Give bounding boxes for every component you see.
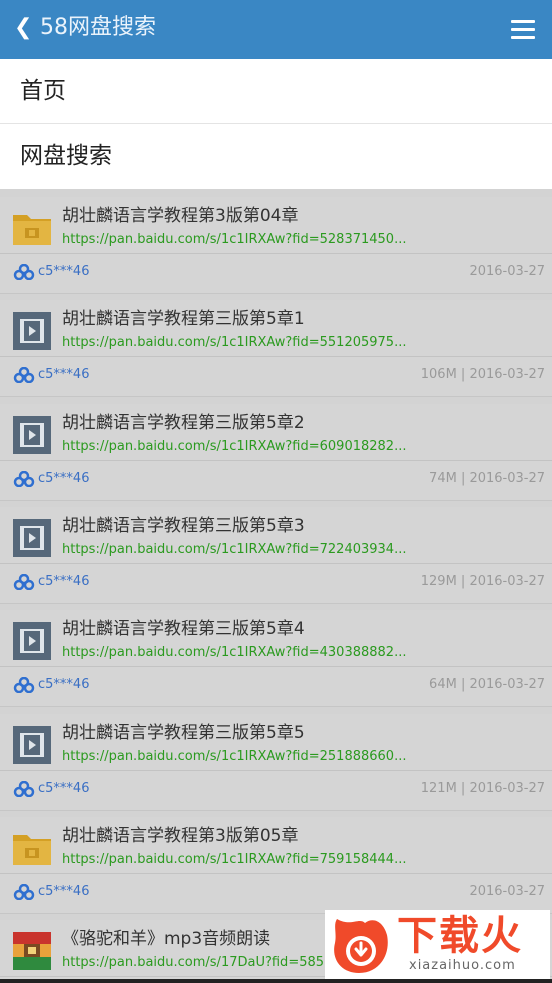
result-link[interactable]: https://pan.baidu.com/s/1c1IRXAw?fid=609…: [62, 438, 406, 456]
brand-name: 下载火: [397, 913, 523, 959]
result-title[interactable]: 胡壮麟语言学教程第三版第5章4: [62, 617, 305, 641]
result-title[interactable]: 胡壮麟语言学教程第3版第05章: [62, 824, 298, 848]
baidu-pan-icon: [13, 780, 35, 798]
result-meta: 129M | 2016-03-27: [420, 574, 545, 589]
owner-name: c5***46: [38, 574, 90, 589]
result-meta: 2016-03-27: [469, 884, 545, 899]
result-header: 胡壮麟语言学教程第3版第05章 https://pan.baidu.com/s/1…: [0, 817, 552, 874]
result-card[interactable]: 胡壮麟语言学教程第3版第04章 https://pan.baidu.com/s/1…: [0, 197, 552, 294]
result-link[interactable]: https://pan.baidu.com/s/1c1IRXAw?fid=551…: [62, 334, 406, 352]
result-meta: 121M | 2016-03-27: [420, 781, 545, 796]
brand-flame-icon: [334, 919, 388, 973]
folder-file-icon: [12, 208, 52, 248]
result-meta: 2016-03-27: [469, 264, 545, 279]
back-icon[interactable]: ❮: [14, 16, 32, 40]
result-link[interactable]: https://pan.baidu.com/s/1c1IRXAw?fid=722…: [62, 541, 406, 559]
bottom-edge: [0, 979, 552, 983]
video-file-icon: [12, 518, 52, 558]
owner-name: c5***46: [38, 471, 90, 486]
result-meta: 74M | 2016-03-27: [429, 471, 545, 486]
result-title[interactable]: 《骆驼和羊》mp3音频朗读: [62, 927, 270, 951]
baidu-pan-icon: [13, 573, 35, 591]
owner-name: c5***46: [38, 781, 90, 796]
video-file-icon: [12, 415, 52, 455]
result-card[interactable]: 胡壮麟语言学教程第三版第5章3 https://pan.baidu.com/s/1…: [0, 507, 552, 604]
result-link[interactable]: https://pan.baidu.com/s/1c1IRXAw?fid=430…: [62, 644, 406, 662]
result-card[interactable]: 胡壮麟语言学教程第三版第5章5 https://pan.baidu.com/s/1…: [0, 714, 552, 811]
baidu-pan-icon: [13, 366, 35, 384]
folder-file-icon: [12, 828, 52, 868]
baidu-pan-icon: [13, 676, 35, 694]
result-title[interactable]: 胡壮麟语言学教程第三版第5章1: [62, 307, 305, 331]
app-title: 58网盘搜索: [40, 15, 156, 40]
owner-name: c5***46: [38, 677, 90, 692]
result-header: 胡壮麟语言学教程第三版第5章1 https://pan.baidu.com/s/1…: [0, 300, 552, 357]
result-title[interactable]: 胡壮麟语言学教程第3版第04章: [62, 204, 298, 228]
baidu-pan-icon: [13, 470, 35, 488]
owner-name: c5***46: [38, 884, 90, 899]
result-card[interactable]: 胡壮麟语言学教程第三版第5章4 https://pan.baidu.com/s/1…: [0, 610, 552, 707]
archive-file-icon: [12, 931, 52, 971]
result-title[interactable]: 胡壮麟语言学教程第三版第5章2: [62, 411, 305, 435]
brand-domain: xiazaihuo.com: [409, 958, 516, 973]
result-card[interactable]: 胡壮麟语言学教程第3版第05章 https://pan.baidu.com/s/1…: [0, 817, 552, 914]
result-meta: 106M | 2016-03-27: [420, 367, 545, 382]
baidu-pan-icon: [13, 263, 35, 281]
result-meta: 64M | 2016-03-27: [429, 677, 545, 692]
result-header: 胡壮麟语言学教程第3版第04章 https://pan.baidu.com/s/1…: [0, 197, 552, 254]
result-header: 胡壮麟语言学教程第三版第5章4 https://pan.baidu.com/s/1…: [0, 610, 552, 667]
video-file-icon: [12, 621, 52, 661]
result-link[interactable]: https://pan.baidu.com/s/17DaU?fid=585: [62, 954, 324, 972]
result-header: 胡壮麟语言学教程第三版第5章2 https://pan.baidu.com/s/1…: [0, 404, 552, 461]
baidu-pan-icon: [13, 883, 35, 901]
owner-name: c5***46: [38, 367, 90, 382]
nav-item-home[interactable]: 首页: [0, 59, 552, 124]
nav-item-pan-search[interactable]: 网盘搜索: [0, 124, 552, 189]
result-card[interactable]: 胡壮麟语言学教程第三版第5章2 https://pan.baidu.com/s/1…: [0, 404, 552, 501]
video-file-icon: [12, 725, 52, 765]
owner-name: c5***46: [38, 264, 90, 279]
hamburger-menu-icon[interactable]: [511, 20, 535, 40]
result-link[interactable]: https://pan.baidu.com/s/1c1IRXAw?fid=759…: [62, 851, 406, 869]
result-link[interactable]: https://pan.baidu.com/s/1c1IRXAw?fid=251…: [62, 748, 406, 766]
watermark: 下载火 xiazaihuo.com: [325, 910, 550, 980]
result-header: 胡壮麟语言学教程第三版第5章5 https://pan.baidu.com/s/1…: [0, 714, 552, 771]
nav-menu: 首页 网盘搜索: [0, 59, 552, 189]
result-link[interactable]: https://pan.baidu.com/s/1c1IRXAw?fid=528…: [62, 231, 406, 249]
result-header: 胡壮麟语言学教程第三版第5章3 https://pan.baidu.com/s/1…: [0, 507, 552, 564]
result-title[interactable]: 胡壮麟语言学教程第三版第5章3: [62, 514, 305, 538]
app-header: ❮ 58网盘搜索: [0, 0, 552, 59]
video-file-icon: [12, 311, 52, 351]
result-card[interactable]: 胡壮麟语言学教程第三版第5章1 https://pan.baidu.com/s/1…: [0, 300, 552, 397]
result-title[interactable]: 胡壮麟语言学教程第三版第5章5: [62, 721, 305, 745]
